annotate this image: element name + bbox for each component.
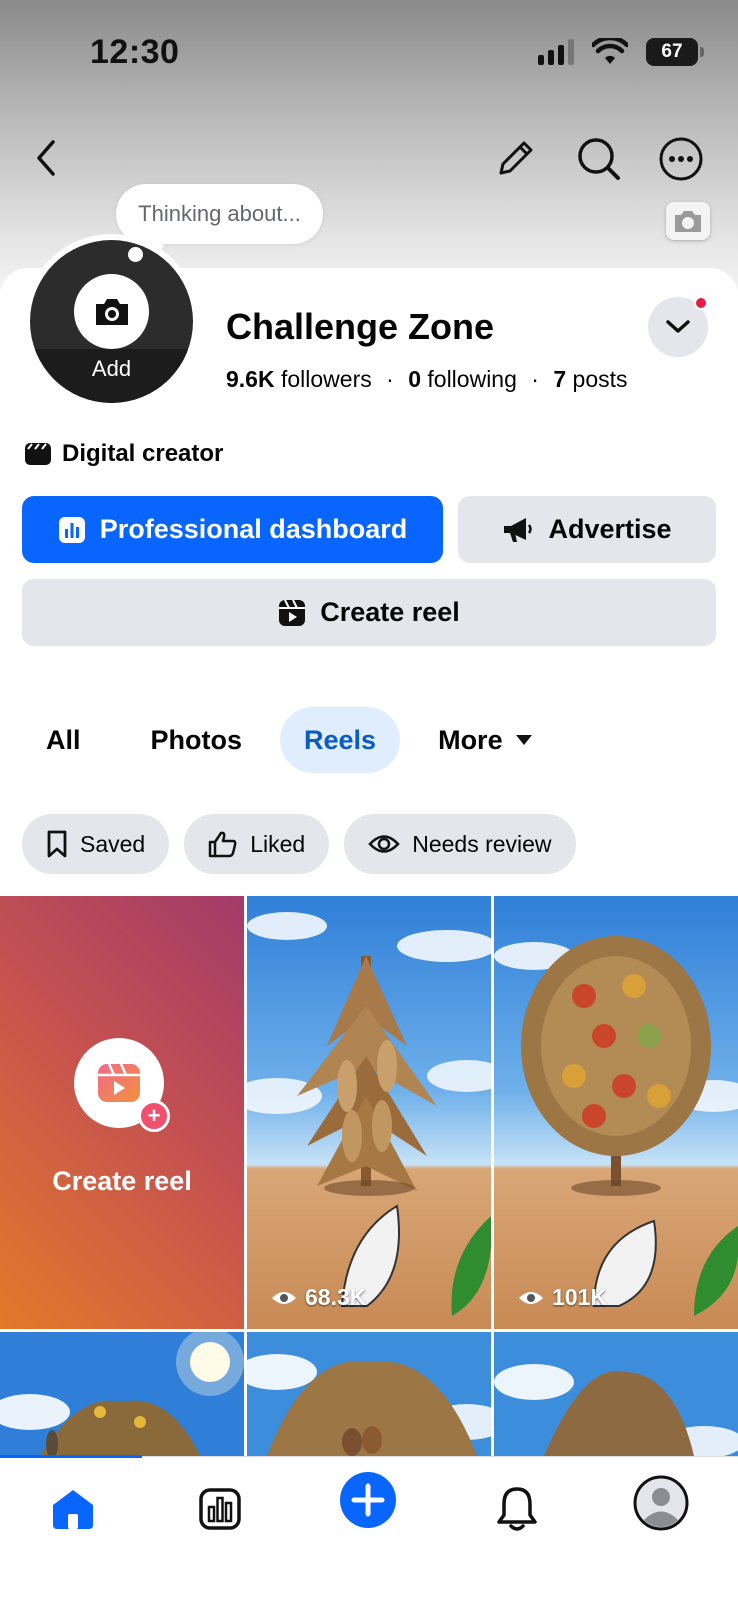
thought-bubble[interactable]: Thinking about... [116,184,323,244]
plus-icon [340,1472,396,1528]
tab-all-label: All [46,724,81,755]
needs-review-filter-label: Needs review [412,830,552,857]
more-button[interactable] [656,134,706,184]
tab-photos[interactable]: Photos [127,707,267,773]
advertise-label: Advertise [548,514,672,544]
bookmark-icon [47,830,67,858]
category-label: Digital creator [62,440,224,467]
chevron-left-icon [37,140,55,176]
reel-views: 68.3K [271,1284,366,1311]
home-icon [53,1490,93,1529]
professional-dashboard-label: Professional dashboard [99,514,408,544]
notification-dot [694,296,708,310]
battery-indicator: 67 [646,38,704,66]
nav-home[interactable] [43,1479,103,1539]
clapperboard-icon [25,443,51,465]
tab-reels[interactable]: Reels [280,707,401,773]
followers-label[interactable]: followers [281,366,372,392]
nav-create[interactable] [339,1471,397,1529]
following-count[interactable]: 0 [408,366,421,392]
reel-image [494,936,738,1316]
pencil-icon [499,141,533,175]
back-button[interactable] [24,136,68,180]
profile-name: Challenge Zone [226,306,495,347]
reels-icon [279,599,306,626]
professional-dashboard-button[interactable]: Professional dashboard [22,496,443,563]
reel-thumbnail[interactable] [0,1332,244,1456]
posts-count: 7 [553,366,567,392]
reel-thumbnail[interactable]: 101K [494,896,738,1329]
filter-chips: Saved Liked Needs review [22,814,576,874]
avatar-icon [633,1475,689,1531]
reel-image [0,1332,244,1456]
status-time: 12:30 [90,33,180,71]
tab-more[interactable]: More [414,707,557,773]
tab-more-label: More [438,724,503,755]
reel-views-count: 101K [552,1284,607,1310]
edit-button[interactable] [490,134,540,184]
liked-filter-chip[interactable]: Liked [184,814,330,874]
bottom-nav [0,1455,738,1600]
reel-image [247,912,491,1316]
reel-image [247,1332,491,1456]
needs-review-filter-chip[interactable]: Needs review [344,814,576,874]
avatar-image: Add [30,240,193,403]
chevron-down-icon [666,320,690,333]
liked-filter-label: Liked [250,830,306,857]
search-button[interactable] [574,134,624,184]
thumbs-up-icon [208,831,237,858]
more-horizontal-icon [659,137,703,181]
reel-image [494,1332,738,1456]
following-label[interactable]: following [427,366,517,392]
nav-profile[interactable] [633,1475,689,1531]
thought-bubble-dot [128,247,143,262]
saved-filter-chip[interactable]: Saved [22,814,170,874]
cellular-signal-icon [538,39,574,65]
followers-count[interactable]: 9.6K [226,366,275,392]
caret-down-icon [515,735,532,745]
reels-icon [98,1063,140,1102]
tab-all[interactable]: All [22,707,105,773]
create-reel-label: Create reel [320,597,460,627]
status-icons: 67 [538,38,704,66]
wifi-icon [592,38,628,64]
profile-stats: 9.6K followers · 0 following · 7 posts [226,366,628,392]
avatar[interactable]: Add [24,234,199,409]
nav-notifications[interactable] [487,1479,547,1539]
megaphone-icon [504,517,533,542]
tab-reels-label: Reels [304,724,377,755]
avatar-camera [74,274,149,349]
reel-thumbnail[interactable] [494,1332,738,1456]
search-icon [578,138,620,180]
create-reel-tile-label: Create reel [52,1166,192,1196]
saved-filter-label: Saved [80,830,146,857]
bell-icon [497,1487,537,1531]
eye-icon [272,1291,296,1304]
plus-badge-icon: + [138,1100,170,1132]
eye-icon [368,835,400,853]
content-tabs: All Photos Reels More [22,707,557,773]
active-tab-indicator [0,1455,142,1458]
reel-thumbnail[interactable]: 68.3K [247,896,491,1329]
camera-icon [95,298,128,325]
camera-icon [675,211,701,232]
create-reel-tile[interactable]: + Create reel [0,896,244,1329]
profile-category: Digital creator [24,440,223,468]
eye-icon [519,1291,543,1304]
dashboard-icon [58,516,85,543]
reel-views-count: 68.3K [305,1284,367,1310]
posts-label: posts [572,366,628,392]
tab-photos-label: Photos [150,724,243,755]
reel-thumbnail[interactable] [247,1332,491,1456]
reel-views: 101K [518,1284,607,1311]
create-reel-button[interactable]: Create reel [22,579,716,646]
cover-camera-button[interactable] [666,202,710,240]
advertise-button[interactable]: Advertise [458,496,716,563]
bar-chart-icon [199,1488,241,1530]
nav-dashboard[interactable] [190,1479,250,1539]
